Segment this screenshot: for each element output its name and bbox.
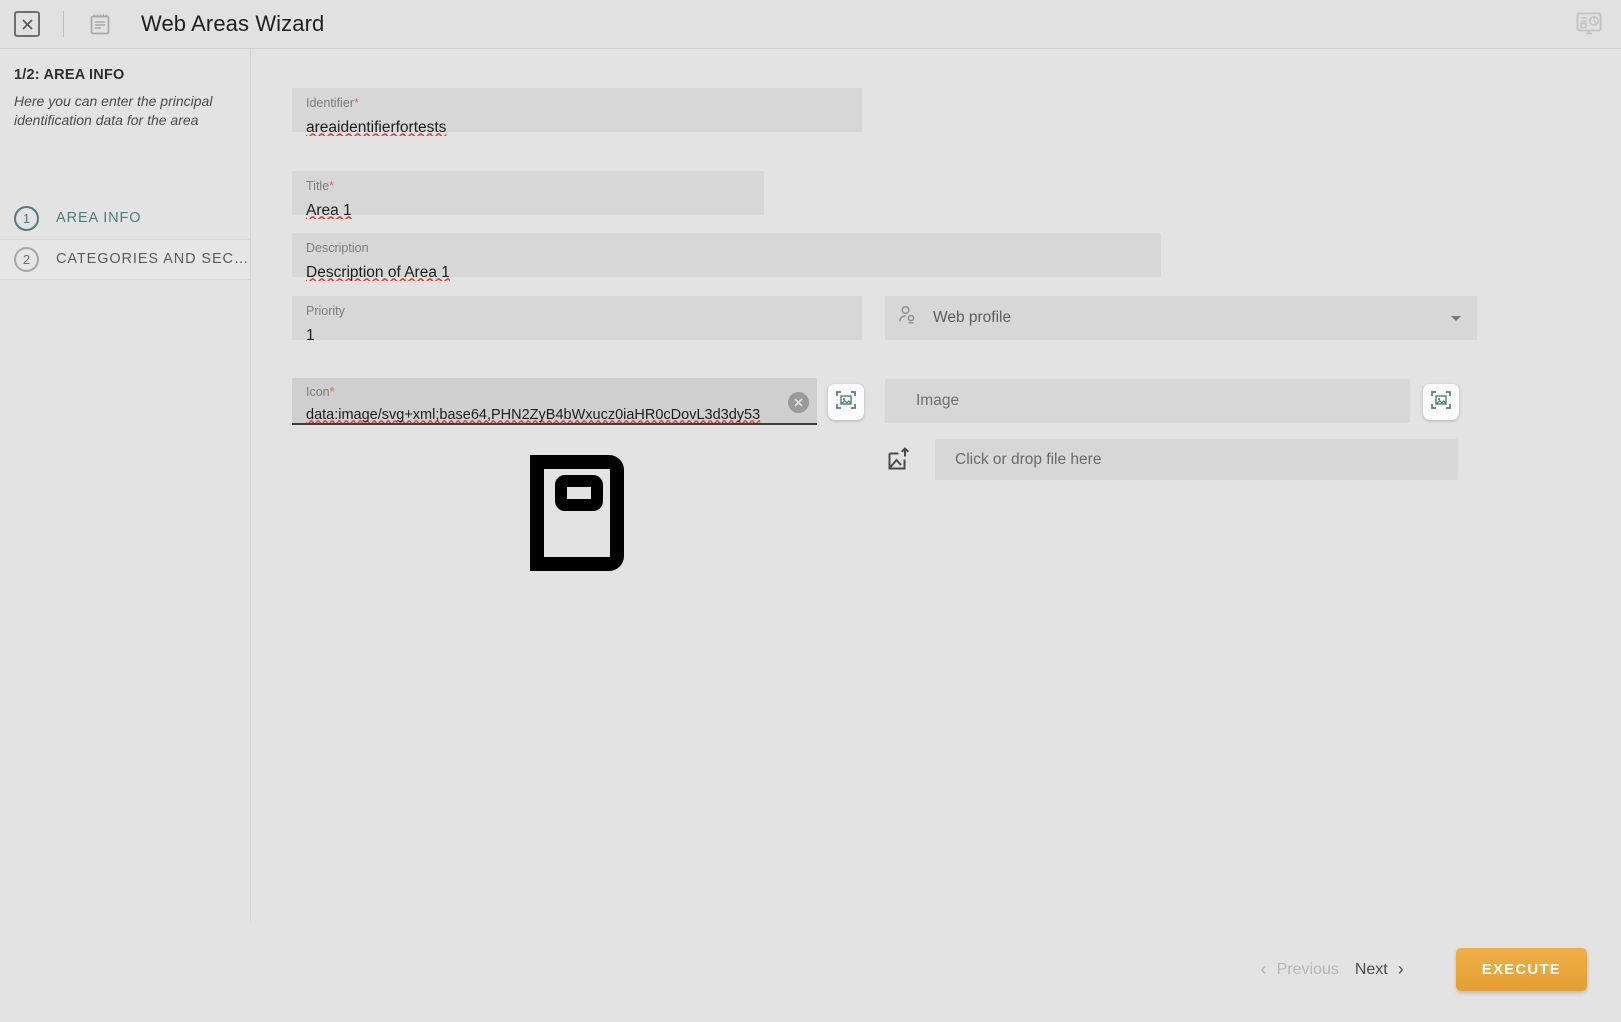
wizard-step-list: 1 AREA INFO 2 CATEGORIES AND SEC… xyxy=(0,198,250,280)
image-field[interactable]: Image xyxy=(885,379,1410,423)
priority-field[interactable]: Priority 1 xyxy=(292,296,862,344)
step-number-1: 1 xyxy=(14,205,39,231)
title-value: Area 1 xyxy=(306,201,352,219)
web-profile-select[interactable]: Web profile xyxy=(885,296,1477,340)
identifier-input[interactable]: areaidentifierfortests xyxy=(306,119,848,136)
description-field[interactable]: Description Description of Area 1 xyxy=(292,233,1161,281)
title-label: Title* xyxy=(306,180,750,193)
book-preview-icon xyxy=(528,453,626,573)
icon-value: data:image/svg+xml;base64,PHN2ZyB4bWxucz… xyxy=(306,407,761,423)
description-value: Description of Area 1 xyxy=(306,263,450,281)
image-placeholder: Image xyxy=(916,392,960,409)
icon-label-text: Icon xyxy=(306,385,330,399)
header-divider xyxy=(63,11,64,37)
chevron-down-icon[interactable] xyxy=(1451,315,1461,321)
priority-label: Priority xyxy=(306,304,345,318)
step-number-2: 2 xyxy=(14,246,39,272)
icon-label: Icon* xyxy=(306,386,777,399)
priority-input[interactable]: 1 xyxy=(306,327,848,344)
window-header: Web Areas Wizard xyxy=(0,0,1621,49)
web-profile-value: Web profile xyxy=(933,309,1012,326)
next-label: Next xyxy=(1354,960,1388,978)
next-button[interactable]: Next › xyxy=(1347,953,1412,986)
required-asterisk: * xyxy=(353,96,359,110)
title-input[interactable]: Area 1 xyxy=(306,202,750,219)
description-input[interactable]: Description of Area 1 xyxy=(306,264,1147,281)
wizard-window: Web Areas Wizard 1/2: AREA INFO Here you… xyxy=(0,0,1621,1022)
image-scan-button[interactable] xyxy=(1423,384,1459,420)
sidebar-step-title: 1/2: AREA INFO xyxy=(14,67,125,83)
image-upload-icon xyxy=(885,446,913,474)
footer-actions: ‹ Previous Next › EXECUTE xyxy=(1253,948,1587,991)
title-field[interactable]: Title* Area 1 xyxy=(292,171,764,219)
dropzone-label[interactable]: Click or drop file here xyxy=(935,439,1458,480)
required-asterisk: * xyxy=(329,179,335,193)
identifier-value: areaidentifierfortests xyxy=(306,118,447,136)
execute-button[interactable]: EXECUTE xyxy=(1455,948,1587,991)
notepad-icon[interactable] xyxy=(87,11,113,37)
required-asterisk: * xyxy=(329,385,335,399)
wizard-footer: ‹ Previous Next › EXECUTE xyxy=(0,921,1621,1022)
monitor-chart-icon[interactable] xyxy=(1573,8,1605,40)
previous-label: Previous xyxy=(1276,960,1339,978)
sidebar-item-area-info[interactable]: 1 AREA INFO xyxy=(0,198,250,239)
identifier-label-text: Identifier xyxy=(306,96,354,110)
description-label: Description xyxy=(306,241,369,255)
identifier-field[interactable]: Identifier* areaidentifierfortests xyxy=(292,88,862,136)
icon-input[interactable]: data:image/svg+xml;base64,PHN2ZyB4bWxucz… xyxy=(306,408,777,424)
file-dropzone[interactable]: Click or drop file here xyxy=(885,439,1458,480)
sidebar-item-categories-and-sections[interactable]: 2 CATEGORIES AND SEC… xyxy=(0,238,250,280)
sidebar-item-label: AREA INFO xyxy=(56,210,142,227)
user-badge-icon xyxy=(897,305,917,331)
image-scan-icon xyxy=(1430,389,1452,416)
identifier-label: Identifier* xyxy=(306,97,848,110)
icon-scan-button[interactable] xyxy=(828,384,864,420)
sidebar-item-label: CATEGORIES AND SEC… xyxy=(56,251,250,268)
sidebar-step-description: Here you can enter the principal identif… xyxy=(14,93,213,128)
form-area: Identifier* areaidentifierfortests Title… xyxy=(251,49,1621,921)
icon-field[interactable]: Icon* data:image/svg+xml;base64,PHN2ZyB4… xyxy=(292,378,817,425)
clear-circle-icon[interactable] xyxy=(788,392,809,413)
page-title: Web Areas Wizard xyxy=(141,11,325,36)
close-icon[interactable] xyxy=(14,11,40,37)
wizard-sidebar: 1/2: AREA INFO Here you can enter the pr… xyxy=(0,49,251,921)
image-scan-icon xyxy=(835,389,857,416)
priority-value: 1 xyxy=(306,326,315,344)
title-label-text: Title xyxy=(306,179,330,193)
previous-button[interactable]: ‹ Previous xyxy=(1253,953,1347,986)
chevron-right-icon: › xyxy=(1397,959,1404,979)
chevron-left-icon: ‹ xyxy=(1260,959,1267,979)
